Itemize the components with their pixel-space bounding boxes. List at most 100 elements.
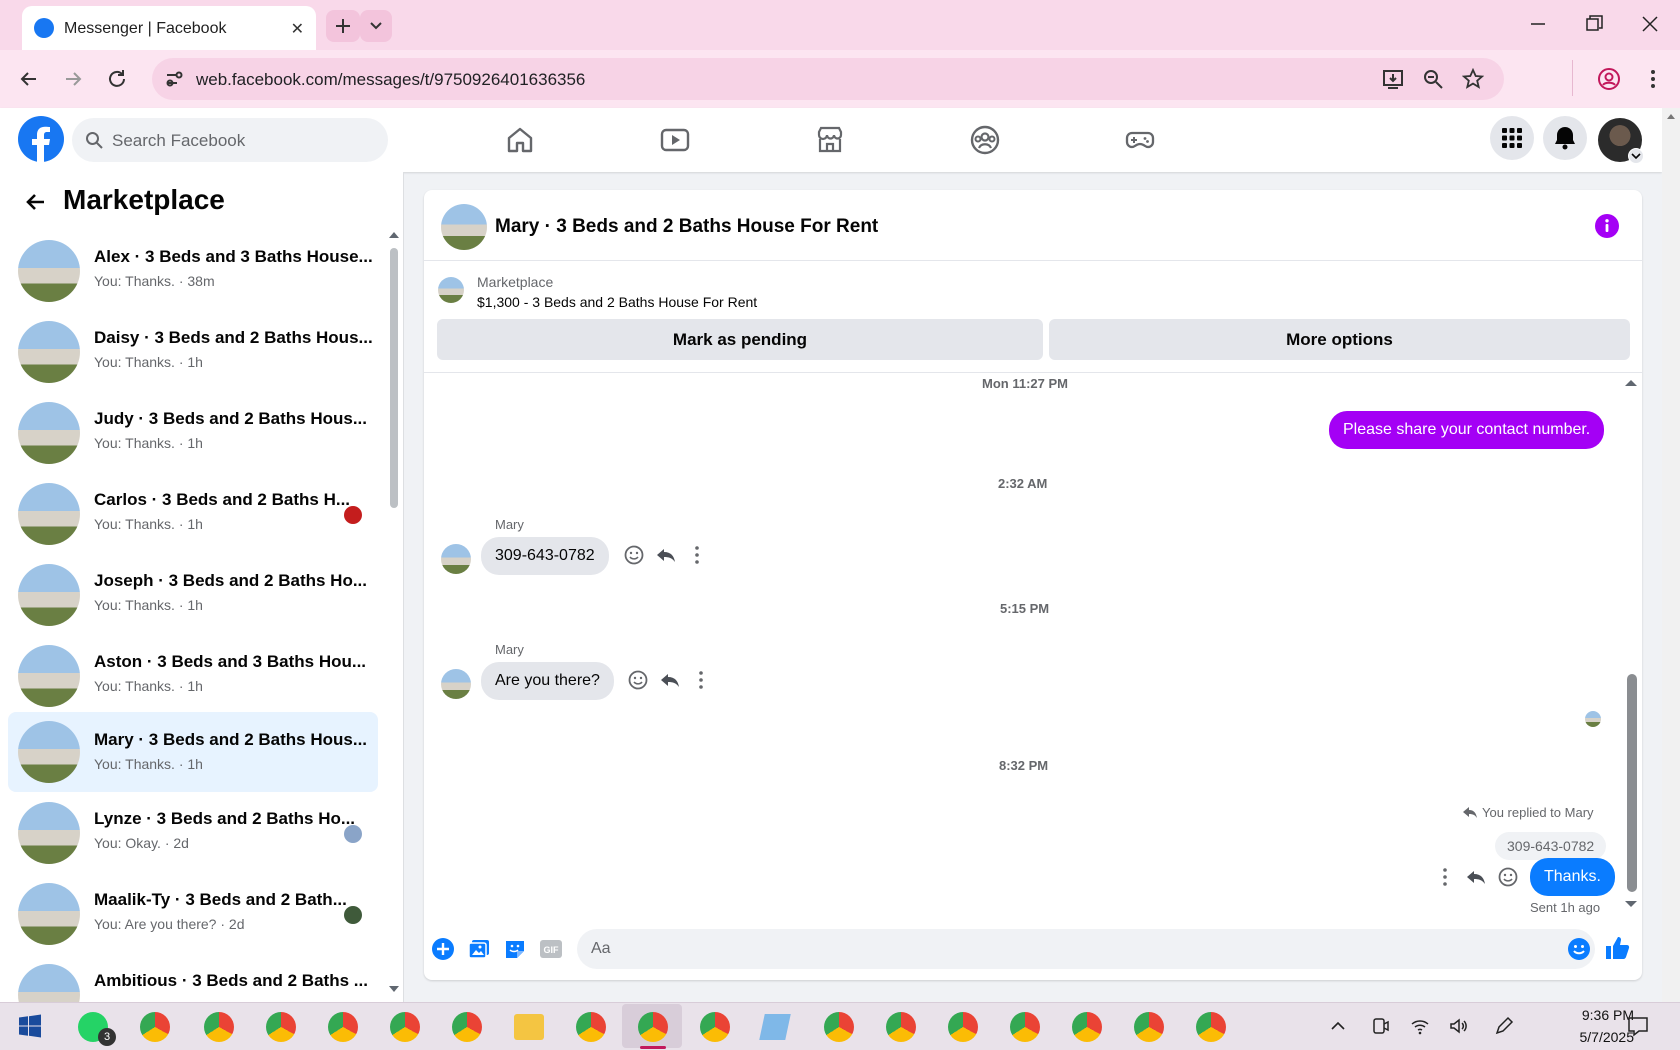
- back-arrow-icon[interactable]: [22, 188, 50, 216]
- conversation-item[interactable]: Ambitious · 3 Beds and 2 Baths ...: [8, 956, 378, 1002]
- facebook-search-input[interactable]: Search Facebook: [72, 118, 388, 162]
- conversation-item[interactable]: Joseph · 3 Beds and 2 Baths Ho... You: T…: [8, 556, 378, 634]
- install-app-icon[interactable]: [1382, 68, 1404, 90]
- meet-now-icon[interactable]: [1370, 1016, 1390, 1036]
- outgoing-message[interactable]: Please share your contact number.: [1329, 411, 1605, 449]
- chrome-profile-icon[interactable]: [1196, 1012, 1226, 1042]
- reload-icon[interactable]: [104, 66, 130, 92]
- conversation-item[interactable]: Aston · 3 Beds and 3 Baths Hou... You: T…: [8, 637, 378, 715]
- chrome-icon[interactable]: [140, 1012, 170, 1042]
- outgoing-message[interactable]: Thanks.: [1530, 858, 1615, 896]
- react-icon[interactable]: [627, 669, 649, 691]
- chrome-profile-icon[interactable]: [266, 1012, 296, 1042]
- page-scrollbar[interactable]: [1662, 108, 1680, 1002]
- chrome-profile-icon[interactable]: [1072, 1012, 1102, 1042]
- chat-scroll-down-icon[interactable]: [1624, 899, 1638, 909]
- back-icon[interactable]: [16, 66, 42, 92]
- chat-scrollbar-thumb[interactable]: [1627, 674, 1637, 892]
- tray-chevron-icon[interactable]: [1328, 1016, 1348, 1036]
- conversation-item[interactable]: Maalik-Ty · 3 Beds and 2 Bath... You: Ar…: [8, 875, 378, 953]
- react-icon[interactable]: [623, 544, 645, 566]
- account-chevron-icon[interactable]: [1628, 148, 1644, 164]
- listing-title[interactable]: $1,300 - 3 Beds and 2 Baths House For Re…: [477, 294, 757, 310]
- chrome-profile-icon[interactable]: [204, 1012, 234, 1042]
- more-actions-icon[interactable]: [1434, 866, 1456, 888]
- pen-icon[interactable]: [1494, 1016, 1514, 1036]
- zoom-icon[interactable]: [1422, 68, 1444, 90]
- chrome-profile-icon[interactable]: [452, 1012, 482, 1042]
- tab-list-button[interactable]: [360, 10, 392, 42]
- browser-menu-icon[interactable]: [1640, 66, 1666, 92]
- list-scrollbar-thumb[interactable]: [390, 248, 398, 508]
- list-scroll-down-icon[interactable]: [388, 984, 400, 994]
- like-thumb-icon[interactable]: [1604, 935, 1630, 959]
- bookmark-star-icon[interactable]: [1462, 68, 1484, 90]
- reply-icon[interactable]: [655, 544, 677, 566]
- more-actions-icon[interactable]: [686, 544, 708, 566]
- conversation-item[interactable]: Carlos · 3 Beds and 2 Baths H... You: Th…: [8, 475, 378, 553]
- video-icon[interactable]: [659, 124, 691, 156]
- chat-listing-avatar[interactable]: [441, 204, 487, 250]
- address-bar[interactable]: web.facebook.com/messages/t/975092640163…: [152, 58, 1504, 100]
- chrome-profile-icon[interactable]: [700, 1012, 730, 1042]
- conversation-item[interactable]: Judy · 3 Beds and 2 Baths Hous... You: T…: [8, 394, 378, 472]
- chrome-profile-icon[interactable]: [824, 1012, 854, 1042]
- more-actions-icon[interactable]: [690, 669, 712, 691]
- marketplace-listing-thumbnail[interactable]: [438, 277, 464, 303]
- chrome-profile-icon[interactable]: [390, 1012, 420, 1042]
- reply-icon[interactable]: [1465, 866, 1487, 888]
- sticker-icon[interactable]: [503, 937, 527, 961]
- menu-grid-button[interactable]: [1490, 116, 1534, 160]
- site-info-icon[interactable]: [164, 69, 184, 89]
- close-window-icon[interactable]: [1638, 12, 1662, 36]
- gif-icon[interactable]: GIF: [539, 937, 563, 961]
- message-input[interactable]: Aa: [577, 929, 1595, 969]
- quoted-message[interactable]: 309-643-0782: [1495, 832, 1607, 860]
- browser-tab[interactable]: Messenger | Facebook ✕: [22, 6, 316, 50]
- chrome-profile-icon[interactable]: [328, 1012, 358, 1042]
- add-plus-icon[interactable]: [431, 937, 455, 961]
- sender-avatar[interactable]: [441, 669, 471, 699]
- notifications-button[interactable]: [1543, 116, 1587, 160]
- react-icon[interactable]: [1497, 866, 1519, 888]
- sender-avatar[interactable]: [441, 544, 471, 574]
- conversation-item[interactable]: Lynze · 3 Beds and 2 Baths Ho... You: Ok…: [8, 794, 378, 872]
- home-icon[interactable]: [504, 124, 536, 156]
- conversation-item-selected[interactable]: Mary · 3 Beds and 2 Baths Hous... You: T…: [8, 712, 378, 792]
- new-tab-button[interactable]: [326, 10, 360, 42]
- wifi-icon[interactable]: [1410, 1016, 1430, 1036]
- tab-close-icon[interactable]: ✕: [291, 19, 304, 39]
- notepad-icon[interactable]: [759, 1014, 791, 1040]
- more-options-button[interactable]: More options: [1049, 319, 1630, 360]
- minimize-icon[interactable]: [1526, 12, 1550, 36]
- emoji-icon[interactable]: [1567, 937, 1591, 961]
- incoming-message[interactable]: 309-643-0782: [481, 537, 609, 575]
- groups-icon[interactable]: [969, 124, 1001, 156]
- system-clock[interactable]: 9:36 PM 5/7/2025: [1542, 1004, 1635, 1048]
- chrome-profile-icon[interactable]: [886, 1012, 916, 1042]
- facebook-logo-icon[interactable]: [18, 116, 64, 162]
- profile-icon[interactable]: [1596, 66, 1622, 92]
- mark-as-pending-button[interactable]: Mark as pending: [437, 319, 1043, 360]
- marketplace-icon[interactable]: [814, 124, 846, 156]
- chrome-profile-icon[interactable]: [1010, 1012, 1040, 1042]
- gaming-icon[interactable]: [1124, 124, 1156, 156]
- restore-icon[interactable]: [1582, 12, 1606, 36]
- forward-icon[interactable]: [60, 66, 86, 92]
- chrome-profile-icon[interactable]: [1134, 1012, 1164, 1042]
- info-icon[interactable]: [1595, 214, 1619, 238]
- chrome-profile-icon[interactable]: [576, 1012, 606, 1042]
- notification-center-icon[interactable]: [1626, 1014, 1650, 1038]
- conversation-item[interactable]: Daisy · 3 Beds and 2 Baths Hous... You: …: [8, 313, 378, 391]
- list-scroll-up-icon[interactable]: [388, 230, 400, 240]
- reply-icon[interactable]: [659, 669, 681, 691]
- volume-icon[interactable]: [1448, 1016, 1468, 1036]
- incoming-message[interactable]: Are you there?: [481, 662, 614, 700]
- file-explorer-icon[interactable]: [514, 1014, 544, 1040]
- chrome-profile-icon-active[interactable]: [638, 1012, 668, 1042]
- photo-icon[interactable]: [467, 937, 491, 961]
- chat-scroll-up-icon[interactable]: [1624, 378, 1638, 388]
- chrome-profile-icon[interactable]: [948, 1012, 978, 1042]
- chat-title[interactable]: Mary · 3 Beds and 2 Baths House For Rent: [495, 216, 878, 238]
- conversation-item[interactable]: Alex · 3 Beds and 3 Baths House... You: …: [8, 232, 378, 310]
